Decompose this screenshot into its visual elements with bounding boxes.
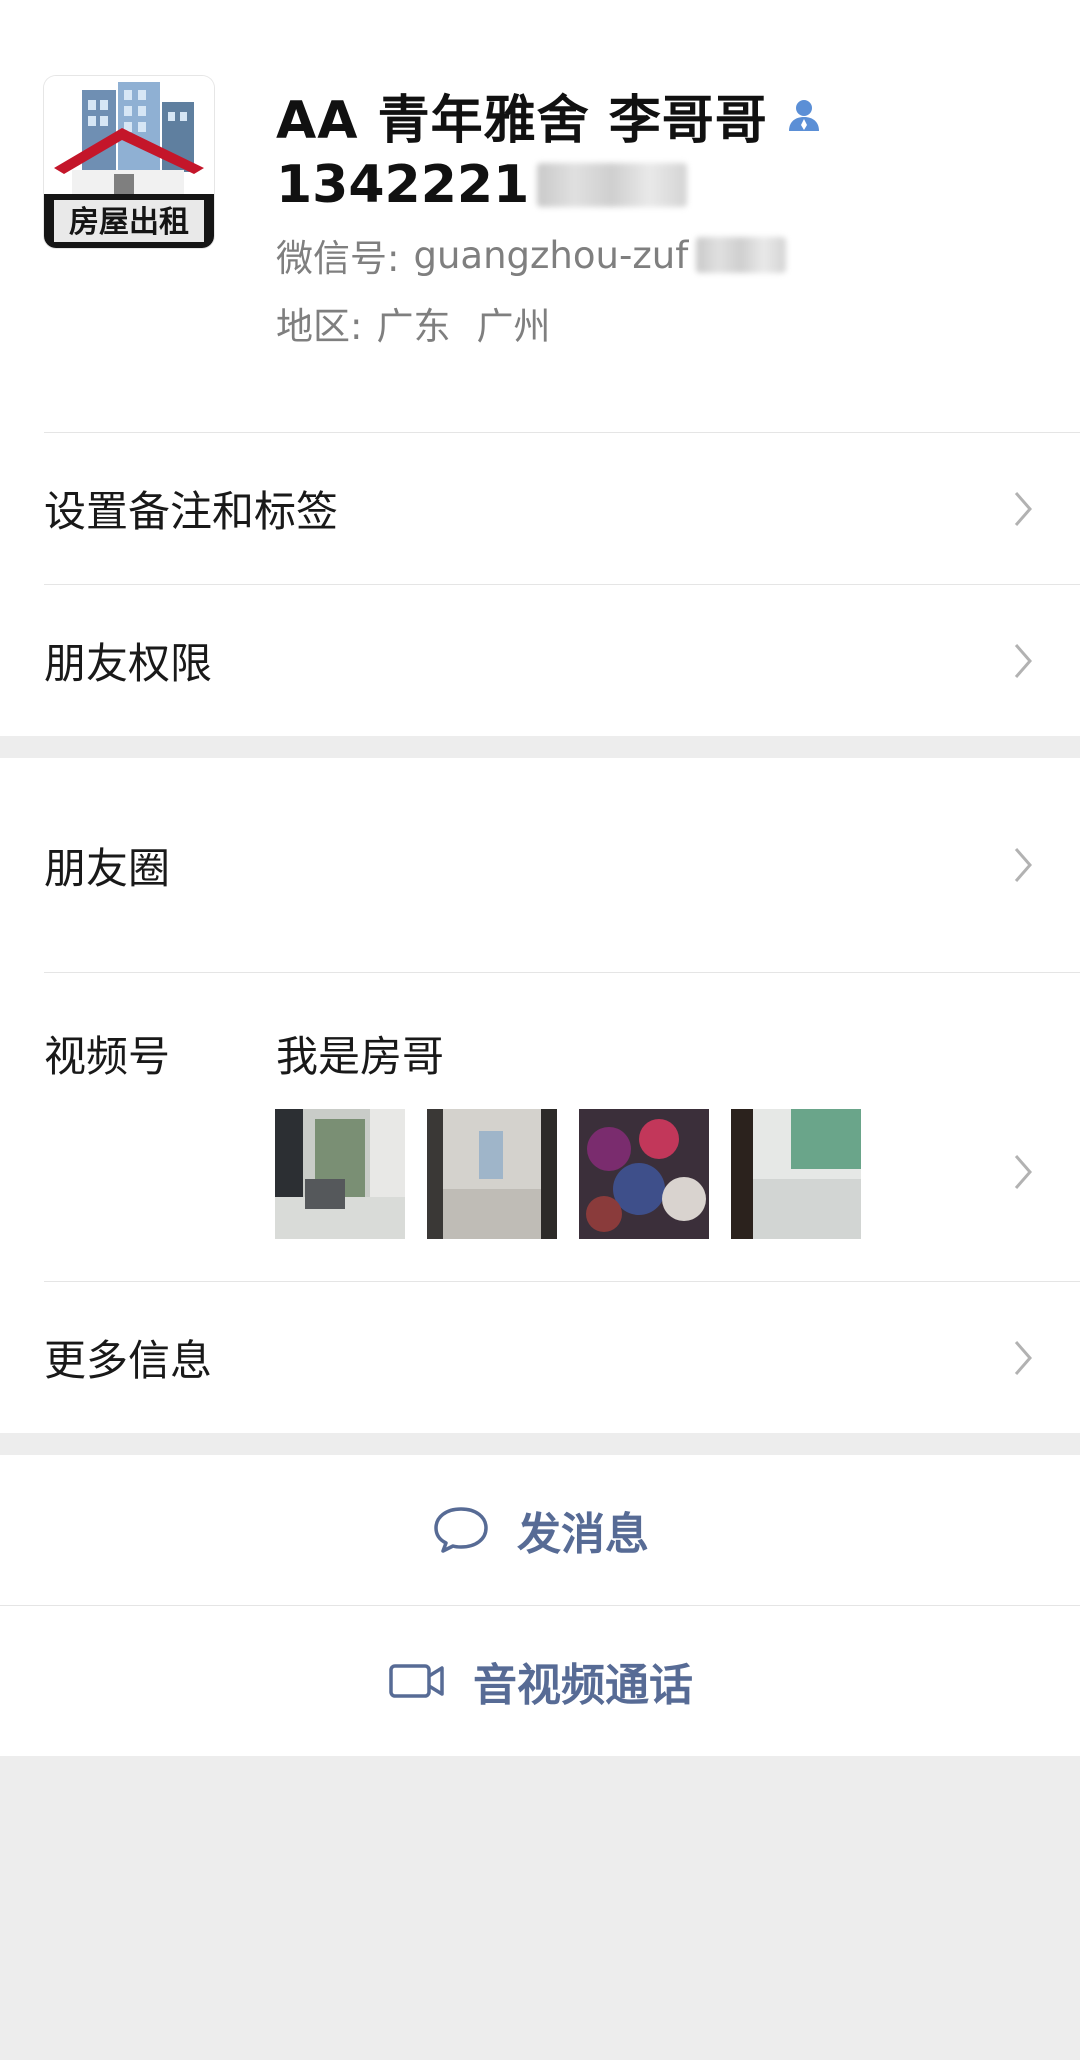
section-gap (0, 1433, 1080, 1455)
avatar[interactable]: 房屋出租 (44, 76, 214, 248)
chevron-right-icon (1014, 848, 1032, 882)
avatar-text: 房屋出租 (69, 205, 189, 240)
channels-thumbnails (275, 1109, 861, 1239)
chevron-right-icon (1014, 1340, 1032, 1375)
region-city: 广州 (476, 305, 551, 348)
region: 地区: 广东 广州 (276, 296, 550, 350)
channels-name: 我是房哥 (276, 1032, 445, 1081)
chevron-right-icon (1014, 643, 1032, 678)
wechat-id-redacted (696, 237, 787, 273)
channels-row[interactable]: 视频号 我是房哥 (0, 973, 1080, 1281)
phone-visible: 1342221 (276, 155, 530, 215)
voice-video-call-label: 音视频通话 (473, 1660, 693, 1711)
friend-permissions-row[interactable]: 朋友权限 (0, 585, 1080, 736)
settings-group: 设置备注和标签 朋友权限 (0, 433, 1080, 736)
divider (0, 1605, 1080, 1606)
profile-header: 房屋出租 AA 青年雅舍 李哥哥 1342221 微信号: guangzhou-… (0, 0, 1080, 433)
phone-number: 1342221 (276, 150, 688, 220)
send-message-label: 发消息 (517, 1509, 649, 1560)
voice-video-call-button[interactable]: 音视频通话 (0, 1606, 1080, 1756)
chevron-right-icon (1014, 1155, 1032, 1189)
phone-redacted (537, 163, 688, 207)
chat-bubble-icon (434, 1507, 488, 1553)
wechat-id: 微信号: guangzhou-zuf (276, 228, 787, 282)
more-info-label: 更多信息 (44, 1336, 213, 1385)
friend-permissions-label: 朋友权限 (44, 639, 213, 688)
region-province: 广东 (376, 305, 451, 348)
remarks-tags-label: 设置备注和标签 (44, 487, 339, 536)
channel-thumbnail[interactable] (275, 1109, 405, 1239)
actions-group: 发消息 音视频通话 (0, 1455, 1080, 1756)
channel-thumbnail[interactable] (731, 1109, 861, 1239)
info-group: 朋友圈 视频号 我是房哥 更多信息 (0, 758, 1080, 1433)
more-info-row[interactable]: 更多信息 (0, 1282, 1080, 1433)
contact-name: AA 青年雅舍 李哥哥 (276, 90, 768, 151)
region-label: 地区: (276, 305, 363, 348)
chevron-right-icon (1014, 491, 1032, 526)
channels-label: 视频号 (44, 1032, 171, 1081)
channel-thumbnail[interactable] (427, 1109, 557, 1239)
wechat-id-label: 微信号: (276, 237, 400, 280)
video-camera-icon (389, 1664, 444, 1698)
send-message-button[interactable]: 发消息 (0, 1455, 1080, 1605)
wechat-id-value: guangzhou-zuf (413, 233, 689, 277)
channel-thumbnail[interactable] (579, 1109, 709, 1239)
moments-label: 朋友圈 (44, 843, 171, 893)
person-badge-icon (788, 100, 819, 131)
section-gap (0, 736, 1080, 758)
remarks-tags-row[interactable]: 设置备注和标签 (0, 433, 1080, 584)
moments-row[interactable]: 朋友圈 (0, 758, 1080, 972)
